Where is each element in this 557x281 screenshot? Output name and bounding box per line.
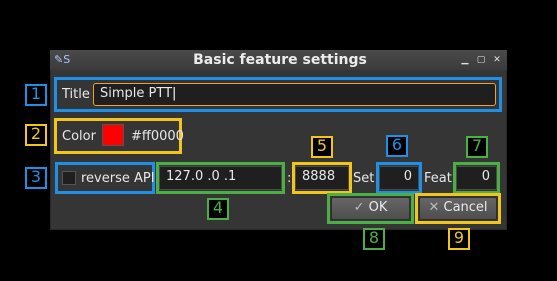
minimize-icon[interactable]: ▁: [459, 54, 471, 66]
reverse-api-label: reverse API: [81, 171, 155, 186]
color-label: Color: [62, 129, 96, 144]
marker-8: 8: [363, 228, 385, 250]
cancel-x-icon: ✕: [428, 200, 440, 215]
set-label: Set: [353, 171, 375, 186]
ok-label: OK: [368, 200, 388, 215]
marker-2: 2: [25, 124, 47, 146]
app-icon: ✎S: [54, 53, 71, 66]
feature-index-input[interactable]: 0: [456, 166, 497, 190]
port-separator: :: [287, 171, 292, 186]
ok-button[interactable]: ✓ OK: [331, 197, 410, 220]
color-value: #ff0000: [131, 129, 184, 144]
marker-7: 7: [466, 136, 488, 158]
feat-label: Feat: [424, 171, 452, 186]
maximize-icon[interactable]: ▢: [475, 54, 487, 66]
cancel-button[interactable]: ✕ Cancel: [419, 197, 497, 220]
api-address-input[interactable]: 127.0 .0 .1: [159, 166, 282, 190]
close-icon[interactable]: ✕: [491, 54, 503, 66]
title-value: Simple PTT: [100, 86, 173, 101]
check-icon: ✓: [353, 200, 365, 215]
set-index-input[interactable]: 0: [379, 166, 419, 190]
marker-3: 3: [25, 167, 47, 189]
cancel-label: Cancel: [443, 200, 488, 215]
title-label: Title: [62, 87, 90, 102]
marker-6: 6: [386, 135, 408, 157]
marker-4: 4: [207, 198, 229, 220]
dialog-title: Basic feature settings: [193, 52, 367, 68]
marker-9: 9: [448, 228, 470, 250]
reverse-api-checkbox[interactable]: [62, 171, 76, 185]
marker-1: 1: [25, 84, 47, 106]
api-port-input[interactable]: 8888: [295, 166, 349, 190]
marker-5: 5: [311, 136, 333, 158]
title-input[interactable]: Simple PTT|: [93, 83, 496, 106]
color-swatch-button[interactable]: [102, 124, 124, 146]
